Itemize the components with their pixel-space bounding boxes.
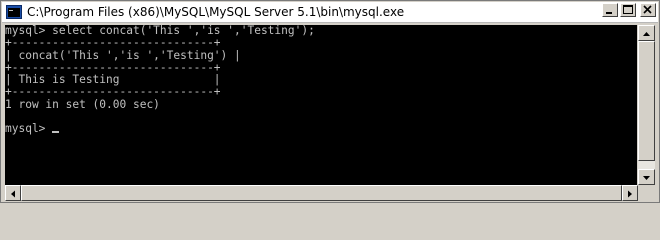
vertical-scrollbar[interactable] xyxy=(638,25,655,185)
arrow-up-icon xyxy=(643,32,650,36)
console-app-icon xyxy=(6,5,22,19)
scroll-up-button[interactable] xyxy=(638,25,655,41)
scroll-right-button[interactable] xyxy=(622,185,638,201)
console-line: +------------------------------+ xyxy=(5,85,221,99)
close-button[interactable] xyxy=(640,3,656,17)
scroll-down-button[interactable] xyxy=(638,169,655,185)
minimize-button[interactable] xyxy=(602,3,618,17)
arrow-right-icon xyxy=(628,190,632,198)
horizontal-scrollbar[interactable] xyxy=(5,185,638,201)
console-line: 1 row in set (0.00 sec) xyxy=(5,97,160,111)
vertical-scroll-thumb[interactable] xyxy=(638,41,655,161)
size-grip[interactable] xyxy=(638,185,655,201)
arrow-down-icon xyxy=(643,176,650,180)
close-icon xyxy=(643,5,652,14)
window-controls xyxy=(602,3,656,17)
window-title: C:\Program Files (x86)\MySQL\MySQL Serve… xyxy=(27,5,405,19)
scroll-left-button[interactable] xyxy=(5,185,21,201)
title-bar[interactable]: C:\Program Files (x86)\MySQL\MySQL Serve… xyxy=(2,2,658,23)
horizontal-scroll-thumb[interactable] xyxy=(21,185,622,201)
maximize-button[interactable] xyxy=(620,3,636,17)
console-output[interactable]: mysql> select concat('This ','is ','Test… xyxy=(5,25,637,185)
console-prompt: mysql> xyxy=(5,122,53,136)
minimize-icon xyxy=(606,12,612,14)
arrow-left-icon xyxy=(11,190,15,198)
console-window: C:\Program Files (x86)\MySQL\MySQL Serve… xyxy=(0,0,660,203)
console-line: +------------------------------+ xyxy=(5,36,221,50)
maximize-icon xyxy=(623,5,633,14)
text-cursor xyxy=(52,131,60,134)
console-prompt-line: mysql> xyxy=(5,123,637,135)
